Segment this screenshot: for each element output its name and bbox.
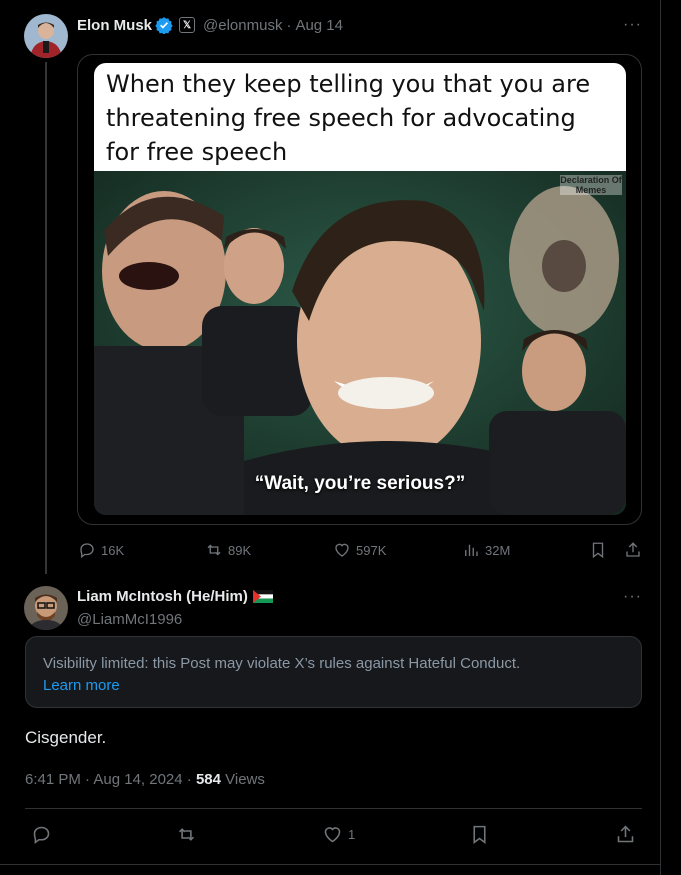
reply-author-name[interactable]: Liam McIntosh (He/Him) — [77, 588, 248, 605]
elon-avatar[interactable] — [24, 14, 68, 58]
reply-bookmark-action[interactable] — [469, 824, 490, 845]
reply-count: 16K — [101, 542, 125, 558]
share-action[interactable] — [624, 541, 642, 559]
reply-like-count: 1 — [348, 827, 356, 842]
meme-image: When they keep telling you that you are … — [94, 63, 626, 515]
meme-photo — [94, 171, 626, 515]
author-handle[interactable]: @elonmusk — [203, 17, 282, 34]
reply-icon — [33, 826, 50, 844]
verified-badge-icon — [155, 17, 173, 34]
x-affiliate-icon: 𝕏 — [179, 17, 196, 33]
reply-repost-action[interactable] — [176, 824, 197, 845]
reply-more-options-icon[interactable]: ··· — [623, 588, 642, 606]
reply-like-action[interactable]: 1 — [322, 824, 355, 845]
views-action[interactable]: 32M — [462, 541, 510, 559]
tweet-date[interactable]: Aug 14 — [295, 17, 343, 34]
views-number: 584 — [195, 771, 221, 788]
repost-count: 89K — [228, 542, 252, 558]
reply-reply-action[interactable] — [31, 824, 52, 845]
repost-icon — [178, 828, 195, 841]
visibility-notice-text: Visibility limited: this Post may violat… — [43, 655, 521, 672]
reply-tweet-header: Liam McIntosh (He/Him) @LiamMcI1996 — [77, 588, 273, 628]
like-action[interactable]: 597K — [333, 541, 386, 559]
reply-author-handle[interactable]: @LiamMcI1996 — [77, 611, 273, 628]
palestine-flag-icon — [252, 590, 273, 603]
author-name[interactable]: Elon Musk — [77, 17, 152, 34]
repost-icon — [207, 544, 221, 556]
visibility-notice: Visibility limited: this Post may violat… — [25, 636, 642, 708]
bookmark-action[interactable] — [589, 541, 607, 559]
thread-connector — [45, 62, 47, 574]
more-options-icon[interactable]: ··· — [623, 16, 642, 34]
share-icon — [626, 542, 640, 557]
timestamp-text: 6:41 PM · Aug 14, 2024 · — [25, 771, 196, 788]
reply-action[interactable]: 16K — [78, 541, 124, 559]
reply-body: Cisgender. — [25, 728, 107, 747]
heart-icon — [335, 543, 349, 557]
heart-icon — [324, 827, 341, 843]
reply-icon — [80, 543, 94, 559]
views-count: 32M — [485, 542, 511, 558]
dot-separator: · — [286, 16, 292, 34]
parent-tweet-header: Elon Musk 𝕏 @elonmusk · Aug 14 — [77, 16, 343, 34]
tweet-media[interactable]: When they keep telling you that you are … — [77, 54, 642, 525]
views-chart-icon — [465, 544, 478, 556]
bookmark-icon — [592, 542, 604, 559]
like-count: 597K — [356, 542, 387, 558]
share-icon — [617, 825, 634, 843]
repost-action[interactable]: 89K — [205, 541, 251, 559]
meme-caption: “Wait, you’re serious?” — [254, 473, 466, 494]
bookmark-icon — [473, 825, 486, 844]
liam-avatar[interactable] — [24, 586, 68, 630]
meme-watermark: Declaration Of Memes — [560, 175, 622, 195]
bottom-divider — [0, 864, 661, 865]
learn-more-link[interactable]: Learn more — [43, 675, 624, 697]
tweet-timestamp[interactable]: 6:41 PM · Aug 14, 2024 · 584 Views — [25, 771, 265, 788]
views-label: Views — [220, 771, 265, 788]
timeline-column: Elon Musk 𝕏 @elonmusk · Aug 14 ··· When … — [0, 0, 661, 875]
meme-text: When they keep telling you that you are … — [94, 63, 626, 171]
reply-share-action[interactable] — [615, 824, 636, 845]
meta-divider — [25, 808, 642, 809]
